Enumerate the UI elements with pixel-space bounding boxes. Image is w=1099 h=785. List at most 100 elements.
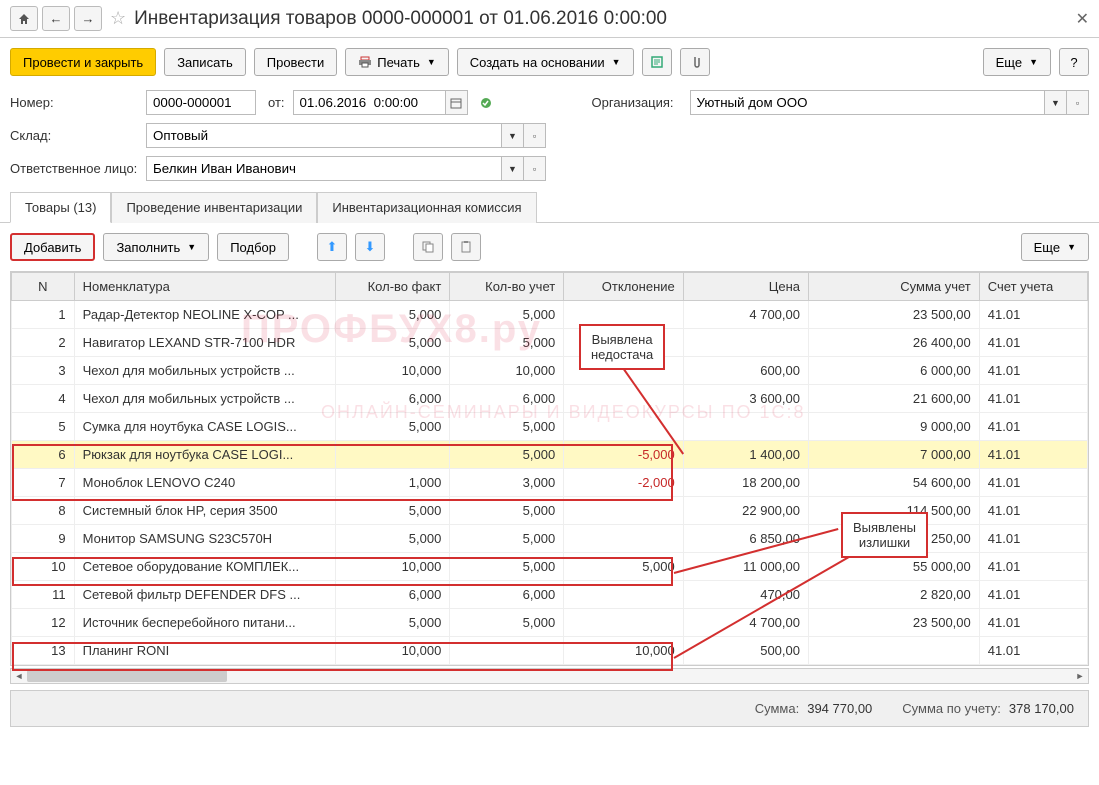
responsible-input[interactable] xyxy=(146,156,502,181)
home-button[interactable] xyxy=(10,6,38,31)
table-row[interactable]: 11Сетевой фильтр DEFENDER DFS ...6,0006,… xyxy=(12,581,1088,609)
forward-button[interactable]: → xyxy=(74,6,102,31)
save-button[interactable]: Записать xyxy=(164,48,246,76)
warehouse-open-icon[interactable]: ▫ xyxy=(524,123,546,148)
tab-inventory-conduct[interactable]: Проведение инвентаризации xyxy=(111,192,317,223)
cell-acct: 41.01 xyxy=(979,525,1087,553)
cell-acct: 41.01 xyxy=(979,301,1087,329)
cell-fact: 5,000 xyxy=(336,301,450,329)
table-toolbar: Добавить Заполнить▼ Подбор ⬆ ⬇ Еще▼ xyxy=(0,223,1099,271)
responsible-open-icon[interactable]: ▫ xyxy=(524,156,546,181)
col-deviation[interactable]: Отклонение xyxy=(564,273,684,301)
conduct-and-close-button[interactable]: Провести и закрыть xyxy=(10,48,156,76)
sum-label: Сумма: xyxy=(755,701,799,716)
org-dropdown-icon[interactable]: ▼ xyxy=(1045,90,1067,115)
create-based-on-button[interactable]: Создать на основании▼ xyxy=(457,48,634,76)
help-button[interactable]: ? xyxy=(1059,48,1089,76)
cell-price xyxy=(683,413,808,441)
select-button[interactable]: Подбор xyxy=(217,233,289,261)
sum-account-value: 378 170,00 xyxy=(1009,701,1074,716)
table-row[interactable]: 12Источник бесперебойного питани...5,000… xyxy=(12,609,1088,637)
cell-deviation xyxy=(564,385,684,413)
col-price[interactable]: Цена xyxy=(683,273,808,301)
col-account[interactable]: Счет учета xyxy=(979,273,1087,301)
table-row[interactable]: 4Чехол для мобильных устройств ...6,0006… xyxy=(12,385,1088,413)
fill-button[interactable]: Заполнить▼ xyxy=(103,233,209,261)
warehouse-input[interactable] xyxy=(146,123,502,148)
table-row[interactable]: 6Рюкзак для ноутбука CASE LOGI...5,000-5… xyxy=(12,441,1088,469)
cell-nomenclature: Рюкзак для ноутбука CASE LOGI... xyxy=(74,441,336,469)
warehouse-dropdown-icon[interactable]: ▼ xyxy=(502,123,524,148)
table-row[interactable]: 1Радар-Детектор NEOLINE X-COP ...5,0005,… xyxy=(12,301,1088,329)
tab-commission[interactable]: Инвентаризационная комиссия xyxy=(317,192,536,223)
conduct-button[interactable]: Провести xyxy=(254,48,338,76)
cell-nomenclature: Сетевой фильтр DEFENDER DFS ... xyxy=(74,581,336,609)
scroll-right-icon[interactable]: ► xyxy=(1072,669,1088,683)
cell-acct: 41.01 xyxy=(979,357,1087,385)
sum-value: 394 770,00 xyxy=(807,701,872,716)
col-qty-account[interactable]: Кол-во учет xyxy=(450,273,564,301)
fill-label: Заполнить xyxy=(116,240,180,255)
cell-fact: 10,000 xyxy=(336,553,450,581)
print-button[interactable]: Печать▼ xyxy=(345,48,449,76)
attach-icon-button[interactable] xyxy=(680,48,710,76)
scroll-thumb[interactable] xyxy=(27,670,227,682)
col-qty-fact[interactable]: Кол-во факт xyxy=(336,273,450,301)
cell-n: 2 xyxy=(12,329,75,357)
cell-fact xyxy=(336,441,450,469)
cell-acct: 41.01 xyxy=(979,329,1087,357)
responsible-dropdown-icon[interactable]: ▼ xyxy=(502,156,524,181)
table-row[interactable]: 3Чехол для мобильных устройств ...10,000… xyxy=(12,357,1088,385)
goods-table: ПРОФБУХ8.ру ОНЛАЙН-СЕМИНАРЫ И ВИДЕОКУРСЫ… xyxy=(10,271,1089,666)
cell-sum: 21 600,00 xyxy=(808,385,979,413)
cell-nomenclature: Сетевое оборудование КОМПЛЕК... xyxy=(74,553,336,581)
move-down-button[interactable]: ⬇ xyxy=(355,233,385,261)
scroll-left-icon[interactable]: ◄ xyxy=(11,669,27,683)
cell-sum: 26 400,00 xyxy=(808,329,979,357)
paste-button[interactable] xyxy=(451,233,481,261)
horizontal-scrollbar[interactable]: ◄ ► xyxy=(10,668,1089,684)
table-row[interactable]: 5Сумка для ноутбука CASE LOGIS...5,0005,… xyxy=(12,413,1088,441)
table-row[interactable]: 7Моноблок LENOVO C2401,0003,000-2,00018 … xyxy=(12,469,1088,497)
number-input[interactable] xyxy=(146,90,256,115)
cell-fact: 6,000 xyxy=(336,385,450,413)
cell-nomenclature: Источник бесперебойного питани... xyxy=(74,609,336,637)
cell-fact: 5,000 xyxy=(336,413,450,441)
date-input[interactable] xyxy=(293,90,446,115)
cell-acct: 41.01 xyxy=(979,385,1087,413)
org-input[interactable] xyxy=(690,90,1045,115)
org-open-icon[interactable]: ▫ xyxy=(1067,90,1089,115)
col-n[interactable]: N xyxy=(12,273,75,301)
table-row[interactable]: 2Навигатор LEXAND STR-7100 HDR5,0005,000… xyxy=(12,329,1088,357)
cell-price xyxy=(683,329,808,357)
cell-price: 3 600,00 xyxy=(683,385,808,413)
cell-fact: 6,000 xyxy=(336,581,450,609)
cell-n: 9 xyxy=(12,525,75,553)
cell-price: 4 700,00 xyxy=(683,301,808,329)
table-more-button[interactable]: Еще▼ xyxy=(1021,233,1089,261)
cell-acct: 41.01 xyxy=(979,413,1087,441)
copy-button[interactable] xyxy=(413,233,443,261)
cell-nomenclature: Чехол для мобильных устройств ... xyxy=(74,357,336,385)
back-button[interactable]: ← xyxy=(42,6,70,31)
favorite-star-icon[interactable]: ☆ xyxy=(110,8,126,29)
tab-goods[interactable]: Товары (13) xyxy=(10,192,111,223)
cell-deviation xyxy=(564,497,684,525)
more-button[interactable]: Еще▼ xyxy=(983,48,1051,76)
cell-n: 10 xyxy=(12,553,75,581)
calendar-icon[interactable] xyxy=(446,90,468,115)
totals-footer: Сумма:394 770,00 Сумма по учету:378 170,… xyxy=(10,690,1089,727)
table-row[interactable]: 13Планинг RONI10,00010,000500,0041.01 xyxy=(12,637,1088,665)
close-button[interactable]: ✕ xyxy=(1076,9,1089,29)
cell-nomenclature: Радар-Детектор NEOLINE X-COP ... xyxy=(74,301,336,329)
from-label: от: xyxy=(268,95,285,110)
cell-price: 4 700,00 xyxy=(683,609,808,637)
col-sum-account[interactable]: Сумма учет xyxy=(808,273,979,301)
report-icon-button[interactable] xyxy=(642,48,672,76)
cell-fact: 5,000 xyxy=(336,525,450,553)
cell-acct: 41.01 xyxy=(979,553,1087,581)
col-nomenclature[interactable]: Номенклатура xyxy=(74,273,336,301)
move-up-button[interactable]: ⬆ xyxy=(317,233,347,261)
cell-nomenclature: Сумка для ноутбука CASE LOGIS... xyxy=(74,413,336,441)
add-button[interactable]: Добавить xyxy=(10,233,95,261)
